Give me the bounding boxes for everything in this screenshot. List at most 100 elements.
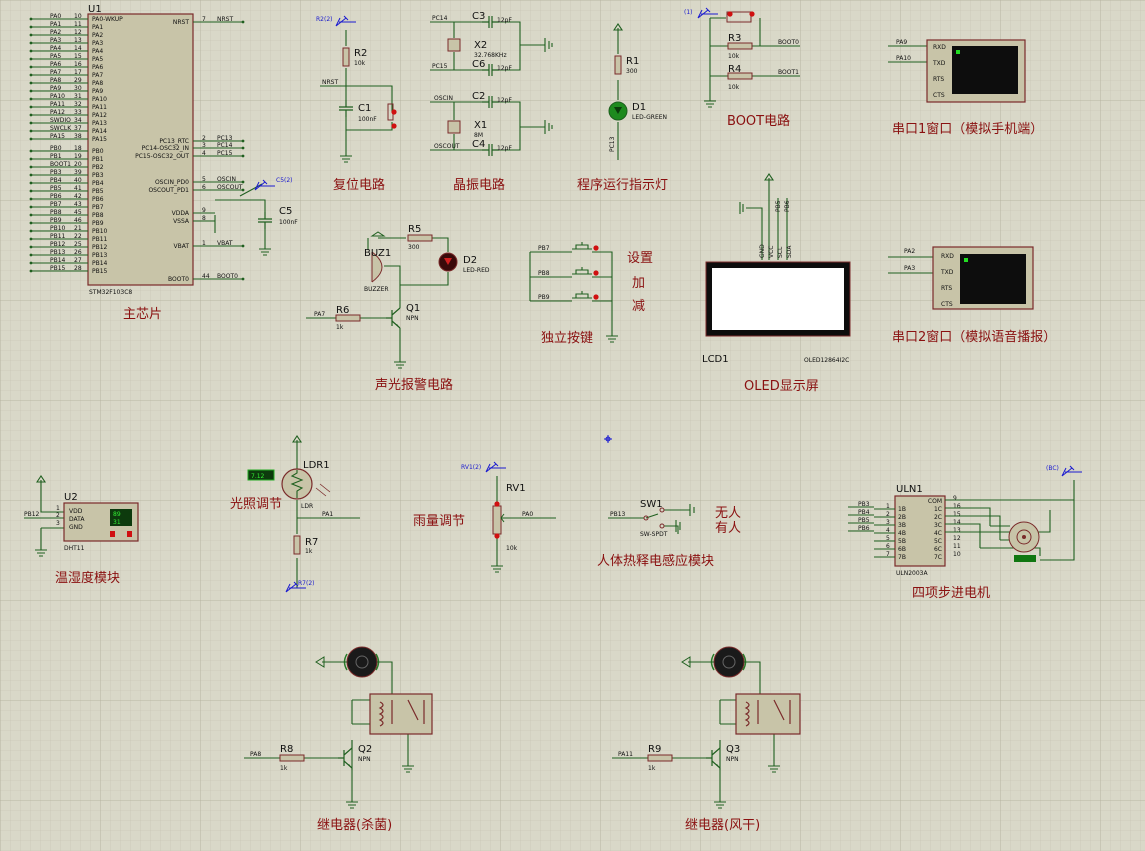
uln-com-label: COM [928, 498, 942, 505]
uln-in-label: 7B [898, 554, 906, 561]
mcu-pin-dot [29, 73, 33, 77]
uln-out-num: 13 [953, 527, 961, 534]
mcu-pin-num: 44 [202, 273, 210, 280]
mcu-pin-net: PC14 [217, 142, 233, 149]
r5-value: 300 [408, 244, 420, 251]
mcu-pin-num: 30 [74, 85, 82, 92]
uart1-title: 串口1窗口（模拟手机端） [892, 121, 1043, 137]
uln-out-label: 1C [934, 506, 942, 513]
mcu-pin-net: SWCLK [50, 125, 72, 132]
mcu-pin-net: PA1 [50, 21, 61, 28]
mcu-pin-dot [29, 269, 33, 273]
reset-probe: R2(2) [316, 16, 333, 23]
mcu-pin-num: 3 [202, 142, 206, 149]
mcu-pin-dot [29, 149, 33, 153]
mcu-pin-name: PA1 [92, 24, 103, 31]
mcu-pin-net: PB10 [50, 225, 66, 232]
mcu-pin-net: PB5 [50, 185, 62, 192]
mcu-pin-name: VDDA [172, 210, 190, 217]
uln-in-num: 6 [886, 543, 890, 550]
mcu-pin-dot [29, 41, 33, 45]
mcu-pin-name: PA11 [92, 104, 107, 111]
mcu-pin-num: 31 [74, 93, 82, 100]
mcu-pin-net: PA7 [50, 69, 61, 76]
mcu-pin-name: PA15 [92, 136, 107, 143]
relay2-title: 继电器(风干) [685, 818, 760, 833]
mcu-pin-net: OSCOUT [217, 184, 243, 191]
mcu-pin-num: 28 [74, 265, 82, 272]
mcu-pin-name: PB5 [92, 188, 104, 195]
uln-in-num: 7 [886, 551, 890, 558]
mcu-pin-name: PA10 [92, 96, 107, 103]
c5-ref: C5 [279, 206, 292, 217]
mcu-pin-name: OSCIN_PD0 [155, 179, 189, 186]
mcu-pin-net: NRST [217, 16, 233, 23]
dht-hum-display: 31 [113, 519, 121, 526]
mcu-pin-net: PA8 [50, 77, 61, 84]
uln-out-label: 4C [934, 530, 942, 537]
q1-value: NPN [406, 315, 419, 322]
mcu-pin-name: PB6 [92, 196, 104, 203]
r1-ref: R1 [626, 56, 639, 67]
mcu-pin-dot [29, 65, 33, 69]
uart-pin-label: TXD [932, 60, 946, 67]
mcu-pin-dot [29, 33, 33, 37]
mcu-pin-dot [29, 17, 33, 21]
rv1-probe: RV1(2) [461, 464, 481, 471]
mcu-pin-name: PC15-OSC32_OUT [135, 153, 189, 160]
uart-pin-label: TXD [940, 269, 954, 276]
mcu-pin-name: PA13 [92, 120, 107, 127]
mcu-pin-dot [29, 189, 33, 193]
key-label-set: 设置 [627, 251, 653, 266]
mcu-pin-dot [29, 105, 33, 109]
uln-out-label: 3C [934, 522, 942, 529]
mcu-pin-num: 15 [74, 53, 82, 60]
reset-net: NRST [322, 79, 338, 86]
uln-in-label: 6B [898, 546, 906, 553]
mcu-pin-dot [29, 197, 33, 201]
mcu-pin-net: PB15 [50, 265, 66, 272]
ldr-net: PA1 [322, 511, 333, 518]
mcu-pin-dot [29, 81, 33, 85]
r9-value: 1k [648, 765, 656, 772]
mcu-pin-dot [29, 213, 33, 217]
uln-in-num: 2 [886, 511, 890, 518]
sw1-part: SW-SPDT [640, 531, 668, 538]
mcu-pin-num: 16 [74, 61, 82, 68]
mcu-pin-num: 6 [202, 184, 206, 191]
mcu-pin-net: PB6 [50, 193, 62, 200]
mcu-pin-num: 25 [74, 241, 82, 248]
ldr-title: 光照调节 [230, 497, 282, 512]
mcu-pin-name: PB3 [92, 172, 104, 179]
mcu-pin-num: 8 [202, 215, 206, 222]
mcu-pin-num: 7 [202, 16, 206, 23]
mcu-pin-dot [29, 245, 33, 249]
oled-title: OLED显示屏 [744, 379, 819, 394]
c2-ref: C2 [472, 91, 485, 102]
relay1-title: 继电器(杀菌) [317, 818, 392, 833]
uln-in-num: 5 [886, 535, 890, 542]
pir-title: 人体热释电感应模块 [597, 553, 714, 569]
ldr-part: LDR [301, 503, 313, 510]
uln-net-label: PB4 [858, 509, 870, 516]
mcu-pin-name: PA8 [92, 80, 103, 87]
ldr-ref: LDR1 [303, 460, 330, 471]
q3-ref: Q3 [726, 744, 740, 755]
uln-out-label: 5C [934, 538, 942, 545]
mcu-pin-dot [29, 25, 33, 29]
r8-ref: R8 [280, 744, 293, 755]
mcu-pin-dot [29, 229, 33, 233]
r6-ref: R6 [336, 305, 349, 316]
mcu-title: 主芯片 [123, 307, 162, 322]
c6-value: 12pF [497, 65, 512, 72]
mcu-pin-net: VBAT [217, 240, 233, 247]
boot1-net: BOOT1 [778, 69, 799, 76]
mcu-pin-name: VSSA [173, 218, 190, 225]
mcu-pin-num: 41 [74, 185, 82, 192]
mcu-pin-dot [241, 244, 245, 248]
alarm-net: PA7 [314, 311, 325, 318]
mcu-pin-num: 13 [74, 37, 82, 44]
oled-ref: LCD1 [702, 354, 729, 365]
mcu-pin-net: BOOT1 [50, 161, 71, 168]
key-net-pb7: PB7 [538, 245, 550, 252]
